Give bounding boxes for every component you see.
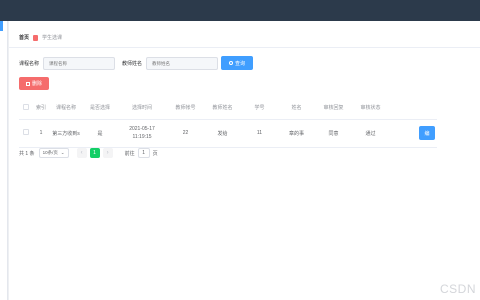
sidebar-collapsed — [0, 21, 8, 300]
edit-button[interactable]: 编 — [419, 126, 435, 140]
cell-reply: 同意 — [315, 119, 352, 148]
table-row: 1 第三方收到s 是 2021-05-17 11:19:15 22 发给 11 … — [19, 119, 437, 148]
column-header: 姓名 — [278, 97, 315, 120]
column-header: 教师帐号 — [167, 97, 204, 120]
column-header: 审核回复 — [315, 97, 352, 120]
page-size-value: 10条/页 — [42, 150, 58, 155]
goto-label: 前往 — [124, 150, 135, 157]
search-button[interactable]: 查询 — [221, 56, 254, 70]
page-number-current[interactable]: 1 — [89, 148, 100, 158]
column-header: 学号 — [241, 97, 278, 120]
cell-index: 1 — [33, 119, 49, 148]
prev-page-button[interactable]: ‹ — [76, 148, 87, 158]
row-checkbox[interactable] — [23, 129, 29, 135]
goto-page-input[interactable]: 1 — [137, 148, 150, 158]
teacher-name-input[interactable] — [146, 56, 219, 70]
cell-course: 第三方收到s — [49, 119, 83, 148]
column-header: 课程名称 — [49, 97, 83, 120]
table-header-row: 索引 课程名称 是否选择 选择时间 教师帐号 教师姓名 学号 姓名 审核回复 审… — [19, 97, 437, 120]
row-select-cell[interactable] — [19, 119, 33, 148]
cell-student-name: 章的事 — [278, 119, 315, 148]
sidebar-active-indicator — [0, 21, 3, 31]
column-header — [389, 97, 437, 120]
page-suffix: 页 — [152, 150, 158, 157]
delete-button[interactable]: 删除 — [19, 77, 49, 90]
top-header-bar — [0, 0, 480, 21]
bookmark-icon — [33, 34, 39, 41]
column-header: 是否选择 — [83, 97, 117, 120]
cell-student-id: 11 — [241, 119, 278, 148]
cell-time: 2021-05-17 11:19:15 — [117, 119, 167, 148]
column-header: 审核状态 — [352, 97, 389, 120]
delete-button-label: 删除 — [31, 81, 42, 87]
teacher-name-label: 教师姓名 — [122, 60, 143, 67]
chevron-down-icon: ⌄ — [60, 150, 65, 155]
cell-actions: 编 — [389, 119, 437, 148]
course-name-input[interactable] — [43, 56, 116, 70]
cell-teacher-account: 22 — [167, 119, 204, 148]
column-header: 索引 — [33, 97, 49, 120]
pagination: 共 1 条 10条/页 ⌄ ‹ 1 › 前往 1 页 — [19, 148, 158, 158]
breadcrumb: 首页 学生选课 — [19, 34, 62, 41]
header-divider — [9, 47, 480, 48]
breadcrumb-home[interactable]: 首页 — [19, 34, 29, 41]
select-all-header[interactable] — [19, 97, 33, 120]
cell-selected: 是 — [83, 119, 117, 148]
course-name-label: 课程名称 — [19, 60, 40, 67]
cell-status: 通过 — [352, 119, 389, 148]
search-icon — [229, 61, 234, 65]
breadcrumb-current: 学生选课 — [42, 35, 63, 41]
search-button-label: 查询 — [235, 60, 246, 67]
course-selection-table: 索引 课程名称 是否选择 选择时间 教师帐号 教师姓名 学号 姓名 审核回复 审… — [19, 97, 437, 148]
page-size-select[interactable]: 10条/页 ⌄ — [38, 148, 69, 158]
search-form: 课程名称 教师姓名 查询 — [19, 56, 254, 70]
pagination-total: 共 1 条 — [19, 150, 35, 157]
column-header: 选择时间 — [117, 97, 167, 120]
cell-teacher-name: 发给 — [204, 119, 241, 148]
column-header: 教师姓名 — [204, 97, 241, 120]
watermark: CSDN — [439, 282, 476, 296]
next-page-button[interactable]: › — [102, 148, 113, 158]
main-content-card: 首页 学生选课 课程名称 教师姓名 查询 删除 索引 课程名称 是否选择 选择时… — [8, 21, 480, 300]
delete-icon — [25, 81, 30, 86]
select-all-checkbox[interactable] — [23, 103, 29, 110]
